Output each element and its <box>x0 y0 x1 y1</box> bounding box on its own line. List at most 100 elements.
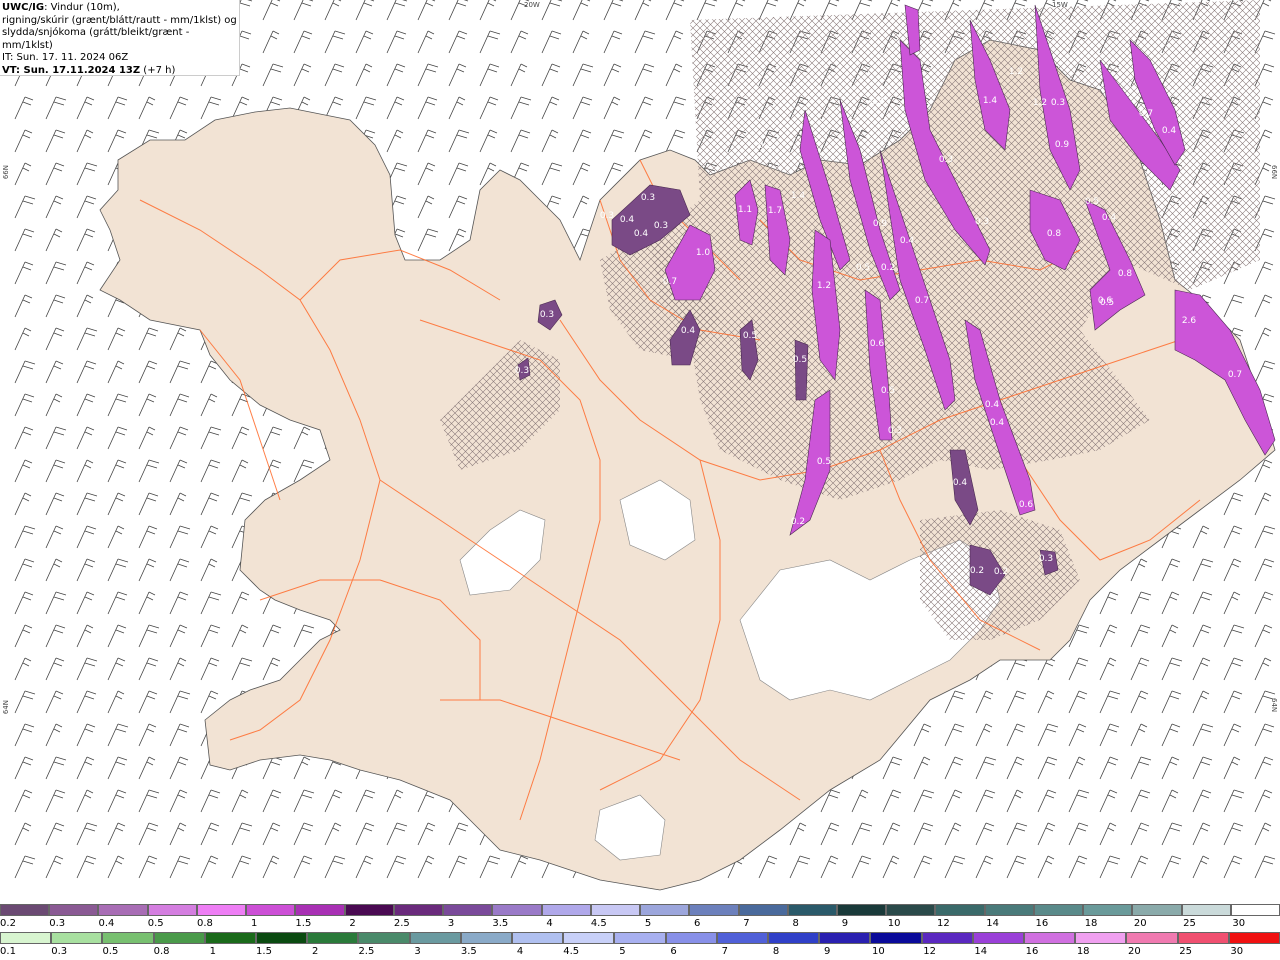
legend-swatch <box>443 904 493 916</box>
legend-swatch <box>344 904 394 916</box>
legend-label: 1.5 <box>295 918 312 929</box>
legend-label: 1.5 <box>256 946 272 957</box>
legend-label: 0.4 <box>98 918 115 929</box>
precip-value-label: 0.3 <box>515 366 529 376</box>
precip-value-label: 0.3 <box>641 193 655 203</box>
precip-value-label: 0.5 <box>793 355 807 365</box>
legend-label: 2 <box>349 918 356 929</box>
legend-swatch <box>409 932 461 944</box>
legend-swatch <box>153 932 205 944</box>
legend-swatch <box>1083 904 1133 916</box>
legend-label: 10 <box>872 946 885 957</box>
legend-swatch <box>787 904 837 916</box>
precip-value-label: 0.5 <box>817 457 831 467</box>
legend-label: 16 <box>1035 918 1049 929</box>
legend-swatch <box>295 904 345 916</box>
legend-swatch <box>1228 932 1280 944</box>
precip-value-label: 0.7 <box>663 277 677 287</box>
precip-value-label: 0.2 <box>758 141 772 151</box>
legend-label: 18 <box>1076 946 1090 957</box>
legend-swatch <box>1181 904 1231 916</box>
legend-label: 25 <box>1179 946 1192 957</box>
weather-map: 0.3 0.4 0.3 0.4 0.3 0.3 0.3 1.0 0.7 0.4 1.1 1.7 0.5 1… <box>0 0 1280 904</box>
precip-value-label: 0.3 <box>1039 554 1053 564</box>
legend-label: 4 <box>546 918 553 929</box>
precip-value-label: 0.2 <box>994 567 1008 577</box>
precip-value-label: 0.5 <box>743 331 757 341</box>
legend-label: 3.5 <box>492 918 509 929</box>
legend-label: 7 <box>743 918 750 929</box>
precip-value-label: 1.0 <box>696 248 711 258</box>
legend-label: 0.3 <box>49 918 66 929</box>
legend-label: 4 <box>516 946 524 957</box>
precip-value-label: 2.6 <box>1182 316 1197 326</box>
legend-label: 14 <box>974 946 988 957</box>
precip-value-label: 0.7 <box>1228 370 1242 380</box>
legend-swatch <box>1177 932 1229 944</box>
coord-label-66n-right: 66N <box>1270 165 1278 180</box>
precip-value-label: 0.9 <box>1055 140 1070 150</box>
legend-swatch <box>196 904 247 916</box>
precip-value-label: 0.5 <box>1085 197 1099 207</box>
legend-rain-colorbar <box>0 932 1280 946</box>
legend-label: 20 <box>1128 946 1141 957</box>
legend-swatch <box>614 932 666 944</box>
legend-label: 20 <box>1133 918 1147 929</box>
coord-label-64n-left: 64N <box>2 700 10 715</box>
precip-value-label: 0.4 <box>953 478 968 488</box>
legend-swatch <box>768 932 820 944</box>
legend-label: 18 <box>1084 918 1098 929</box>
legend-label: 6 <box>670 946 677 957</box>
title-wind: : Vindur (10m), <box>44 2 120 13</box>
lead-time: (+7 h) <box>140 64 176 76</box>
legend-label: 12 <box>937 918 950 929</box>
legend-label: 4.5 <box>590 918 607 929</box>
precip-value-label: 0.4 <box>620 215 635 225</box>
legend-swatch <box>1024 932 1076 944</box>
legend-label: 4.5 <box>563 946 580 957</box>
legend-swatch <box>836 904 887 916</box>
legend-label: 5 <box>619 946 626 957</box>
legend-swatch <box>204 932 257 944</box>
legend-swatch <box>689 904 739 916</box>
legend-swatch <box>358 932 410 944</box>
legend-snow-labels: 0.2 0.3 0.4 0.5 0.8 1 1.5 2 2.5 3 3.5 4 4.5 5 6 7 8 9 10 12… <box>0 918 1280 930</box>
legend-swatch <box>1230 904 1280 916</box>
init-time: IT: Sun. 17. 11. 2024 06Z <box>2 52 129 63</box>
precip-value-label: 0.4 <box>900 236 915 246</box>
precip-value-label: 0.5 <box>856 263 870 273</box>
precip-value-label: 0.6 <box>870 339 885 349</box>
precip-value-label: 0.3 <box>939 155 953 165</box>
legend-swatch <box>972 932 1025 944</box>
legend-label: 10 <box>887 918 901 929</box>
legend-label: 3.5 <box>460 946 477 957</box>
legend-swatch <box>921 932 973 944</box>
legend-label: 30 <box>1232 918 1246 929</box>
legend-swatch <box>393 904 444 916</box>
legend-label: 9 <box>841 918 849 929</box>
coord-label-66n-left: 66N <box>2 165 10 180</box>
precip-value-label: 1.4 <box>983 96 998 106</box>
precip-value-label: 0.9 <box>873 219 888 229</box>
precip-value-label: 1.7 <box>768 206 782 216</box>
precip-value-label: 1.2 <box>1009 67 1023 77</box>
title-rain: rigning/skúrir (grænt/blátt/rautt - mm/1… <box>2 14 237 26</box>
legend-label: 0.8 <box>153 946 170 957</box>
legend-swatch <box>460 932 513 944</box>
legend-label: 12 <box>923 946 936 957</box>
precip-value-label: 0.7 <box>1139 109 1153 119</box>
precip-value-label: 1.4 <box>791 191 806 201</box>
legend-swatch <box>716 932 769 944</box>
legend-label: 0.3 <box>51 946 68 957</box>
legend-swatch <box>665 932 717 944</box>
legend-swatch <box>512 932 564 944</box>
precip-value-label: 0.3 <box>1051 98 1065 108</box>
precip-value-label: 0.2 <box>791 517 805 527</box>
coord-label-15w: 15W <box>1052 1 1068 9</box>
legend-label: 8 <box>792 918 799 929</box>
legend-label: 16 <box>1025 946 1039 957</box>
precip-value-label: 0.2 <box>970 566 984 576</box>
precip-value-label: 0.5 <box>1100 298 1114 308</box>
legend-swatch <box>738 904 788 916</box>
legend-label: 8 <box>772 946 780 957</box>
